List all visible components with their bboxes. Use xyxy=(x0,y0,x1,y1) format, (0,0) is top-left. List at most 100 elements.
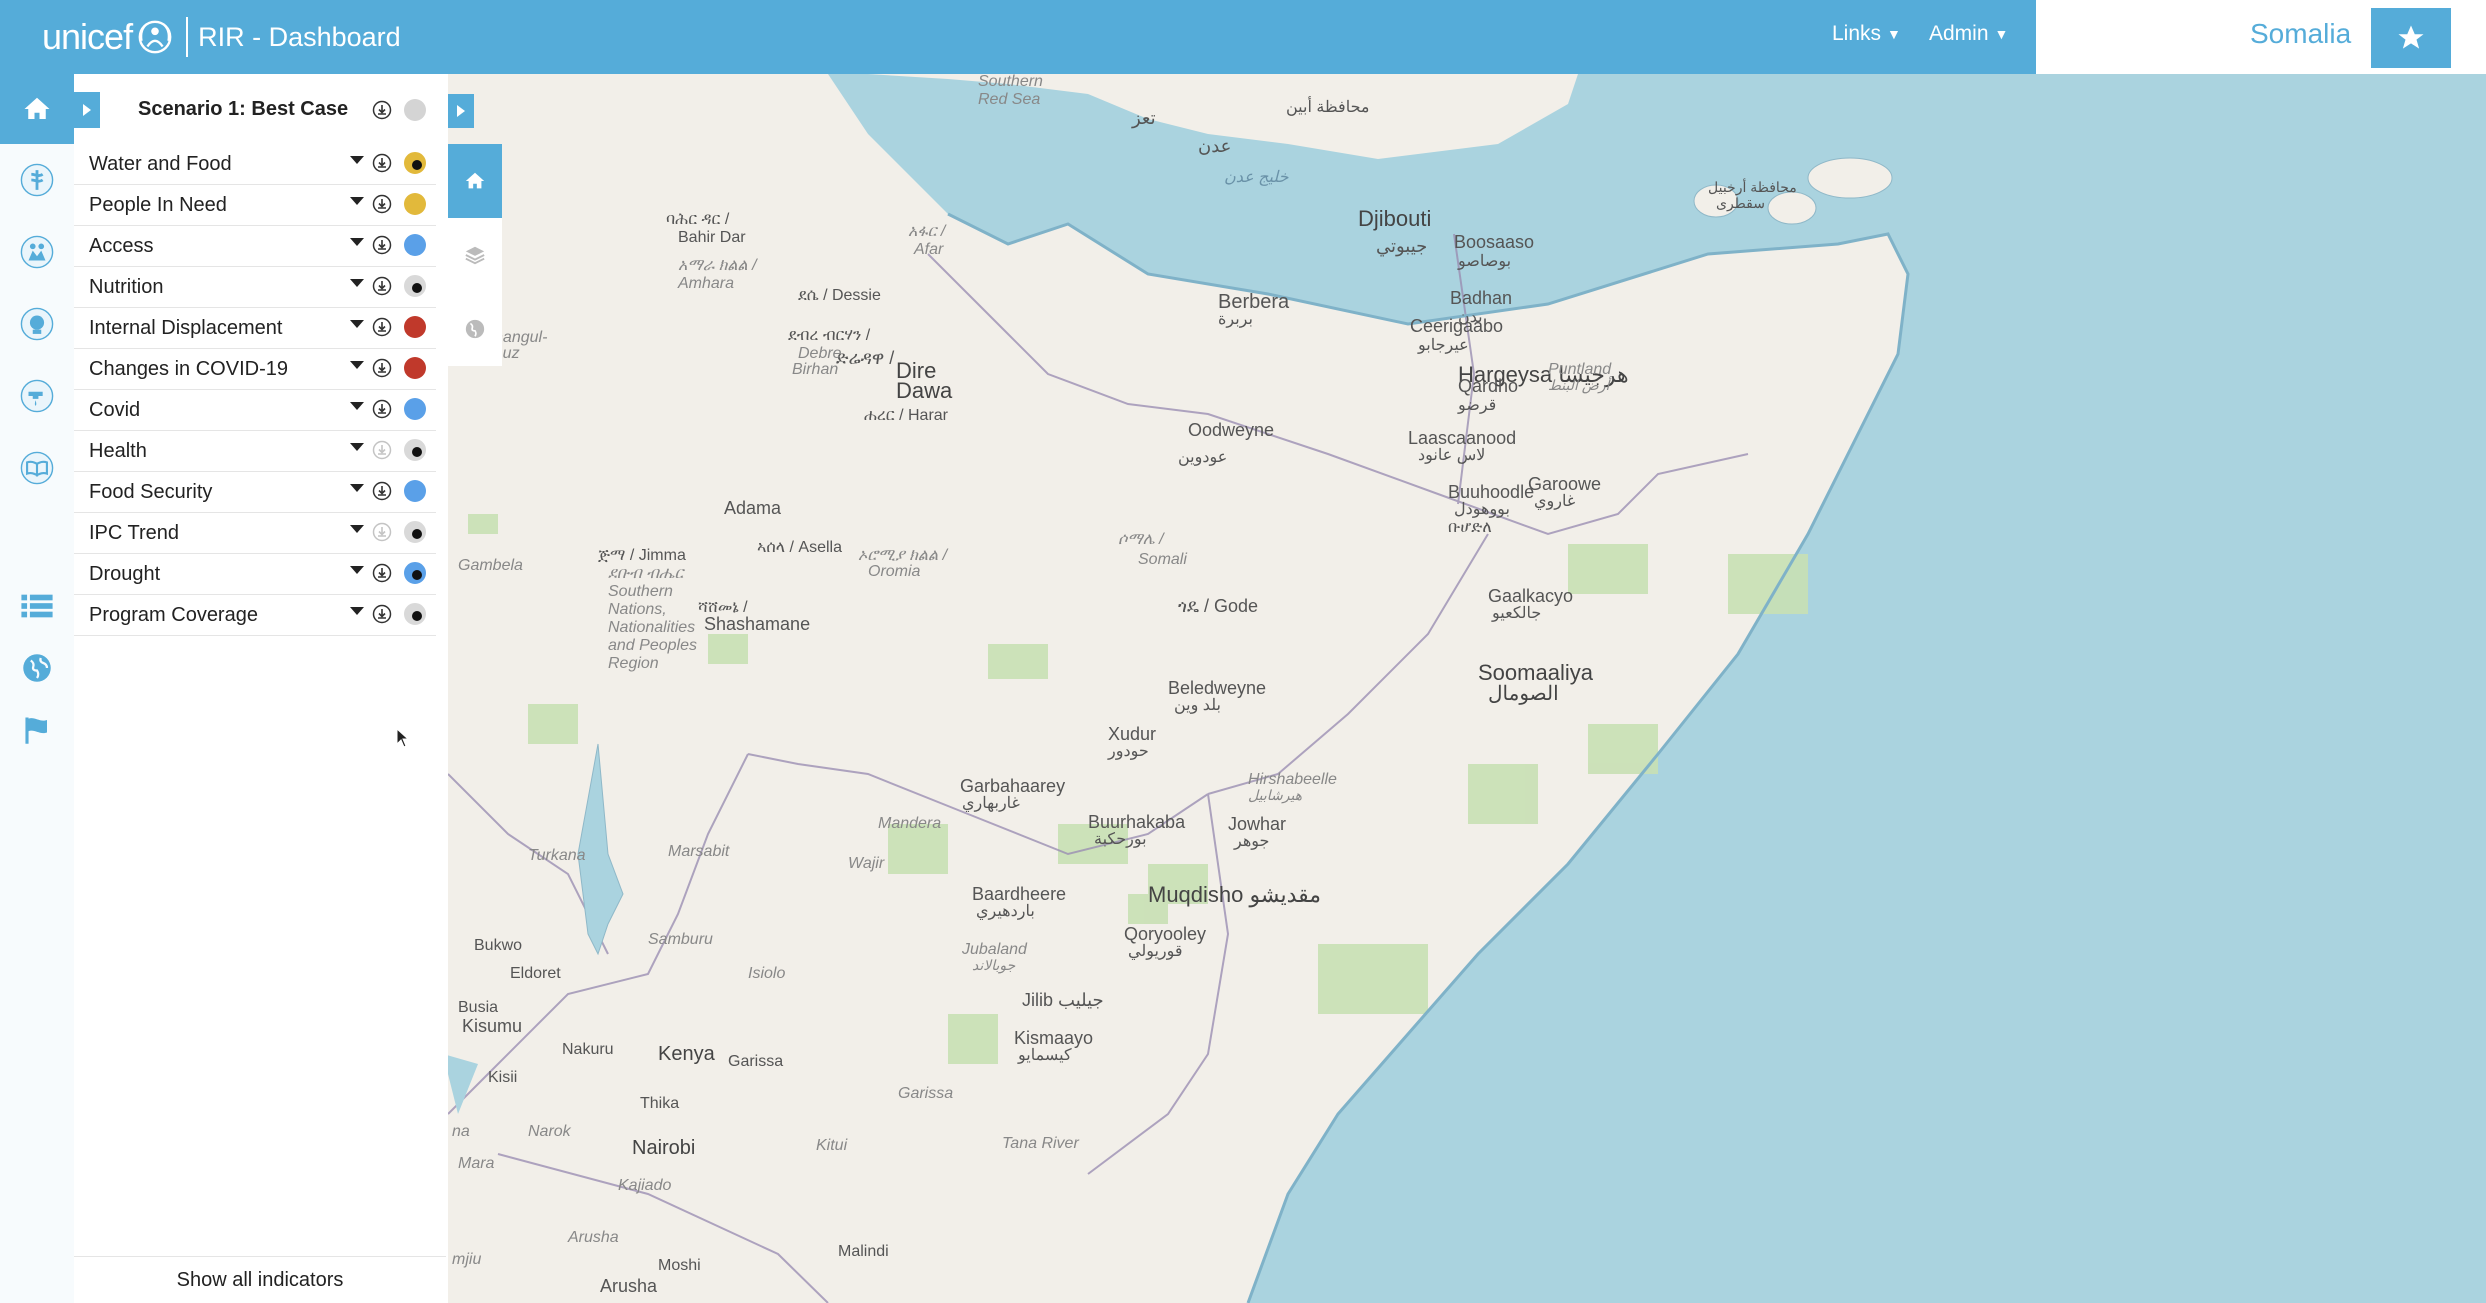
chevron-down-icon: ▼ xyxy=(1887,26,1901,42)
map-label: Boosaaso xyxy=(1454,232,1534,252)
map-label: ጎዴ / Gode xyxy=(1178,596,1258,616)
indicator-download-button[interactable] xyxy=(372,235,392,261)
map-home-button[interactable] xyxy=(448,144,502,218)
map-label: mjiu xyxy=(452,1251,481,1268)
indicator-row[interactable]: Food Security xyxy=(74,472,436,513)
rail-health-button[interactable] xyxy=(17,160,57,200)
nutrition-icon xyxy=(20,307,54,341)
scenario-download-button[interactable] xyxy=(372,100,392,125)
links-menu-label: Links xyxy=(1832,22,1882,45)
indicator-row[interactable]: Health xyxy=(74,431,436,472)
indicator-download-button[interactable] xyxy=(372,604,392,630)
rail-flag-button[interactable] xyxy=(17,710,57,750)
health-icon xyxy=(20,163,54,197)
wash-icon xyxy=(20,379,54,413)
indicator-row[interactable]: Internal Displacement xyxy=(74,308,436,349)
indicator-download-button[interactable] xyxy=(372,317,392,343)
map-label: حودور xyxy=(1107,743,1149,760)
indicator-row[interactable]: IPC Trend xyxy=(74,513,436,554)
indicator-download-button[interactable] xyxy=(372,153,392,179)
favorite-button[interactable] xyxy=(2371,8,2451,68)
caret-down-icon[interactable] xyxy=(350,156,364,164)
caret-down-icon[interactable] xyxy=(350,320,364,328)
country-name[interactable]: Somalia xyxy=(2250,18,2351,50)
caret-down-icon[interactable] xyxy=(350,525,364,533)
indicator-download-button[interactable] xyxy=(372,276,392,302)
rail-home-button[interactable] xyxy=(0,74,74,144)
indicator-download-button[interactable] xyxy=(372,358,392,384)
caret-down-icon[interactable] xyxy=(350,566,364,574)
caret-down-icon[interactable] xyxy=(350,607,364,615)
brand-separator xyxy=(186,17,189,57)
map-label: Moshi xyxy=(658,1257,701,1274)
map-label: ሶማሌ / xyxy=(1118,531,1165,548)
map-label: ደብረ ብርሃን / xyxy=(788,327,871,344)
indicator-row[interactable]: People In Need xyxy=(74,185,436,226)
indicator-status-dot xyxy=(404,152,426,174)
map-label: አፋር / xyxy=(908,223,947,240)
map-label: Jilib جيليب xyxy=(1022,990,1104,1010)
top-navbar: unicef RIR - Dashboard Links ▼ Admin ▼ S… xyxy=(0,0,2486,74)
caret-down-icon[interactable] xyxy=(350,402,364,410)
map-label: Laascaanood xyxy=(1408,428,1516,448)
indicator-download-button[interactable] xyxy=(372,440,392,466)
admin-menu[interactable]: Admin ▼ xyxy=(1929,22,2008,46)
indicator-row[interactable]: Nutrition xyxy=(74,267,436,308)
links-menu[interactable]: Links ▼ xyxy=(1832,22,1901,46)
map-label: Afar xyxy=(913,241,944,258)
map-label: Shashamane xyxy=(704,614,810,634)
map-label: بووهودل xyxy=(1454,501,1510,518)
download-icon xyxy=(372,522,392,542)
rail-globe-button[interactable] xyxy=(17,648,57,688)
download-icon xyxy=(372,563,392,583)
map-label: خليج عدن xyxy=(1224,169,1289,186)
indicator-status-dot xyxy=(404,234,426,256)
basemap[interactable]: DjiboutiجيبوتيHargeysa هرجيساBerberaبربر… xyxy=(448,74,2486,1303)
indicator-download-button[interactable] xyxy=(372,194,392,220)
map-label: جوهر xyxy=(1233,833,1269,850)
indicator-row[interactable]: Program Coverage xyxy=(74,595,436,636)
rail-wash-button[interactable] xyxy=(17,376,57,416)
star-icon xyxy=(2398,25,2424,49)
indicator-row[interactable]: Drought xyxy=(74,554,436,595)
indicator-download-button[interactable] xyxy=(372,399,392,425)
caret-down-icon[interactable] xyxy=(350,443,364,451)
indicator-download-button[interactable] xyxy=(372,522,392,548)
indicator-download-button[interactable] xyxy=(372,481,392,507)
rail-child-protection-button[interactable] xyxy=(17,232,57,272)
download-icon xyxy=(372,100,392,120)
map-label: عدن xyxy=(1198,136,1231,156)
caret-down-icon[interactable] xyxy=(350,238,364,246)
map-view[interactable]: Djibouti جيبوتي Hargeysa هرجيسا Berbera بربر… xyxy=(448,74,2486,1303)
rail-table-button[interactable] xyxy=(17,586,57,626)
map-layers-button[interactable] xyxy=(448,218,502,292)
indicator-row[interactable]: Access xyxy=(74,226,436,267)
rail-education-button[interactable] xyxy=(17,448,57,488)
indicator-status-dot xyxy=(404,275,426,297)
caret-down-icon[interactable] xyxy=(350,361,364,369)
chevron-down-icon: ▼ xyxy=(1994,26,2009,42)
map-label: Narok xyxy=(528,1123,572,1140)
indicator-download-button[interactable] xyxy=(372,563,392,589)
indicator-row[interactable]: Covid xyxy=(74,390,436,431)
show-all-indicators-button[interactable]: Show all indicators xyxy=(74,1256,446,1303)
map-label: Gambela xyxy=(458,557,523,574)
caret-down-icon[interactable] xyxy=(350,197,364,205)
scenario-title[interactable]: Scenario 1: Best Case xyxy=(138,98,348,121)
caret-down-icon[interactable] xyxy=(350,484,364,492)
indicator-list: Water and Food People In Need Access Nutrit… xyxy=(74,144,436,636)
map-label: باردهيري xyxy=(976,903,1035,920)
indicator-row[interactable]: Water and Food xyxy=(74,144,436,185)
map-sidebar-toggle[interactable] xyxy=(448,94,474,128)
panel-collapse-button[interactable] xyxy=(74,92,100,128)
indicator-row[interactable]: Changes in COVID-19 xyxy=(74,349,436,390)
brand[interactable]: unicef RIR - Dashboard xyxy=(42,12,401,62)
map-label: ደቡብ ብሔር xyxy=(608,565,685,582)
download-icon xyxy=(372,481,392,501)
map-basemap-button[interactable] xyxy=(448,292,502,366)
rail-nutrition-button[interactable] xyxy=(17,304,57,344)
caret-down-icon[interactable] xyxy=(350,279,364,287)
map-label: Mara xyxy=(458,1155,495,1172)
map-label: Oodweyne xyxy=(1188,420,1274,440)
map-label: Somali xyxy=(1138,551,1187,568)
